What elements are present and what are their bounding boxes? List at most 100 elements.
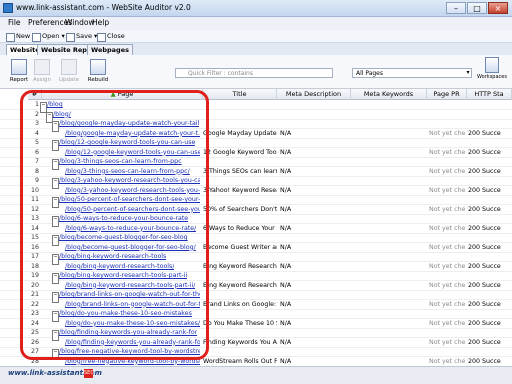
- meta-description: [280, 110, 330, 119]
- rebuild-button[interactable]: Rebuild: [86, 57, 110, 87]
- meta-description: [280, 100, 330, 109]
- meta-description: N/A: [280, 129, 292, 137]
- meta-description: N/A: [280, 357, 292, 365]
- page-pr: [429, 100, 465, 109]
- meta-description: [280, 214, 330, 223]
- http-status: [468, 328, 512, 337]
- page-pr: [429, 271, 465, 280]
- save-button[interactable]: Save ▾: [66, 31, 97, 42]
- http-status: 200 Succe: [468, 357, 501, 365]
- meta-description: N/A: [280, 148, 292, 156]
- page-title: 50% of Searchers Don't see...: [203, 205, 277, 213]
- open-button[interactable]: Open ▾: [32, 31, 65, 42]
- http-status: 200 Succe: [468, 167, 501, 175]
- http-status: [468, 252, 512, 261]
- close-window-button[interactable]: ×: [488, 2, 508, 14]
- meta-description: N/A: [280, 338, 292, 346]
- page-pr: Not yet chec...: [429, 262, 465, 270]
- http-status: [468, 271, 512, 280]
- page-title: 12 Google Keyword Tools ...: [203, 148, 277, 156]
- http-status: [468, 119, 512, 128]
- http-status: [468, 110, 512, 119]
- meta-description: N/A: [280, 224, 292, 232]
- save-label: Save: [76, 32, 92, 40]
- tab-webpages[interactable]: Webpages: [87, 44, 133, 55]
- meta-description: [280, 328, 330, 337]
- col-title[interactable]: Title: [203, 89, 277, 100]
- page-pr: [429, 328, 465, 337]
- meta-description: N/A: [280, 243, 292, 251]
- http-status: 200 Succe: [468, 300, 501, 308]
- page-pr: Not yet chec...: [429, 243, 465, 251]
- page-pr: Not yet chec...: [429, 167, 465, 175]
- http-status: 200 Succe: [468, 186, 501, 194]
- save-icon: [66, 33, 75, 42]
- http-status: [468, 214, 512, 223]
- menu-window[interactable]: Window: [65, 18, 95, 27]
- meta-description: N/A: [280, 205, 292, 213]
- workspaces-button[interactable]: Workspaces: [475, 57, 509, 87]
- new-label: New: [16, 32, 31, 40]
- http-status: 200 Succe: [468, 148, 501, 156]
- page-title: [203, 271, 277, 280]
- page-title: [203, 157, 277, 166]
- http-status: 200 Succe: [468, 243, 501, 251]
- page-pr: Not yet chec...: [429, 129, 465, 137]
- http-status: 200 Succe: [468, 319, 501, 327]
- meta-description: [280, 347, 330, 356]
- page-title: [203, 110, 277, 119]
- app-icon: [3, 3, 13, 13]
- col-meta-keywords[interactable]: Meta Keywords: [351, 89, 427, 100]
- col-page-pr[interactable]: Page PR: [427, 89, 467, 100]
- close-project-button[interactable]: Close: [97, 31, 125, 42]
- quick-filter-input[interactable]: Quick Filter : contains: [175, 68, 333, 78]
- meta-description: N/A: [280, 300, 292, 308]
- page-title: Bing Keyword Research To...: [203, 281, 277, 289]
- meta-description: [280, 119, 330, 128]
- page-pr: Not yet chec...: [429, 281, 465, 289]
- page-title: 3 Yahoo! Keyword Researc...: [203, 186, 277, 194]
- page-title: WordStream Rolls Out Fre...: [203, 357, 277, 365]
- meta-description: [280, 271, 330, 280]
- menu-help[interactable]: Help: [92, 18, 109, 27]
- http-status: [468, 100, 512, 109]
- minimize-button[interactable]: –: [446, 2, 466, 14]
- page-pr: Not yet chec...: [429, 148, 465, 156]
- meta-description: [280, 195, 330, 204]
- page-pr: [429, 176, 465, 185]
- close-icon: [97, 33, 106, 42]
- pages-filter-select[interactable]: All Pages: [352, 68, 472, 78]
- meta-description: [280, 290, 330, 299]
- col-http-status[interactable]: HTTP Sta: [467, 89, 512, 100]
- meta-description: [280, 309, 330, 318]
- assign-icon: [34, 59, 50, 75]
- page-pr: Not yet chec...: [429, 300, 465, 308]
- new-icon: [6, 33, 15, 42]
- chevron-down-icon[interactable]: ▾: [464, 68, 472, 78]
- page-pr: Not yet chec...: [429, 186, 465, 194]
- new-button[interactable]: New: [6, 31, 30, 42]
- col-meta-description[interactable]: Meta Description: [277, 89, 351, 100]
- page-pr: [429, 110, 465, 119]
- http-status: 200 Succe: [468, 205, 501, 213]
- page-title: [203, 309, 277, 318]
- update-button[interactable]: Update: [58, 57, 80, 87]
- open-label: Open: [42, 32, 60, 40]
- page-pr: Not yet chec...: [429, 205, 465, 213]
- report-button[interactable]: Report: [8, 57, 30, 87]
- meta-description: N/A: [280, 319, 292, 327]
- http-status: [468, 347, 512, 356]
- window-title: www.link-assistant.com - WebSite Auditor…: [16, 3, 191, 12]
- logo-icon: SEO: [84, 369, 95, 378]
- report-icon: [11, 59, 27, 75]
- assign-button[interactable]: Assign: [31, 57, 53, 87]
- menu-file[interactable]: File: [8, 18, 21, 27]
- meta-description: N/A: [280, 262, 292, 270]
- http-status: [468, 195, 512, 204]
- page-pr: [429, 233, 465, 242]
- maximize-button[interactable]: □: [467, 2, 487, 14]
- http-status: [468, 157, 512, 166]
- http-status: [468, 176, 512, 185]
- http-status: [468, 138, 512, 147]
- page-title: [203, 100, 277, 109]
